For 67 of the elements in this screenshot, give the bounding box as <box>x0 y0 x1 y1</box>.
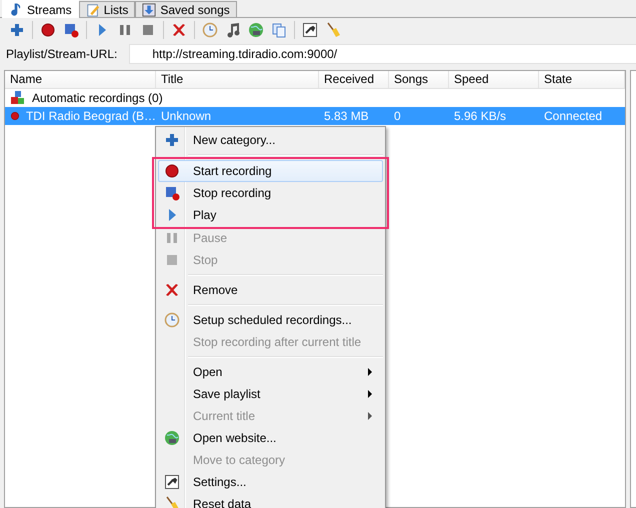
notepad-icon <box>86 2 100 16</box>
stop-recording-toolbar-button[interactable] <box>62 21 80 39</box>
stop-icon <box>140 22 156 38</box>
column-header[interactable]: Speed <box>449 71 539 88</box>
plus-icon <box>9 22 25 38</box>
website-toolbar-button[interactable] <box>247 21 265 39</box>
column-header[interactable]: Received <box>319 71 389 88</box>
stop-icon <box>164 252 180 268</box>
remove-toolbar-button[interactable] <box>170 21 188 39</box>
tab[interactable]: Lists <box>78 1 136 17</box>
schedule-toolbar-button[interactable] <box>201 21 219 39</box>
close-icon <box>171 22 187 38</box>
category-row[interactable]: Automatic recordings (0) <box>5 89 625 107</box>
pause-icon <box>164 230 180 246</box>
stop-recording-icon <box>63 22 79 38</box>
menu-item[interactable]: Open website... <box>158 427 383 449</box>
url-label: Playlist/Stream-URL: <box>6 47 118 61</box>
add-toolbar-button[interactable] <box>8 21 26 39</box>
download-tray-icon <box>142 2 156 16</box>
tab[interactable]: Saved songs <box>135 1 237 17</box>
category-name: Automatic recordings (0) <box>32 91 163 105</box>
music-note-icon <box>9 2 23 16</box>
settings-toolbar-button[interactable] <box>301 21 319 39</box>
clock-icon <box>164 312 180 328</box>
record-icon <box>164 163 180 179</box>
column-header[interactable]: State <box>539 71 625 88</box>
submenu-arrow-icon <box>366 390 374 398</box>
menu-item[interactable]: Open <box>158 361 383 383</box>
record-toolbar-button[interactable] <box>39 21 57 39</box>
close-icon <box>164 282 180 298</box>
menu-item[interactable]: Save playlist <box>158 383 383 405</box>
table-cell: 5.96 KB/s <box>454 109 506 123</box>
broom-icon <box>325 22 341 38</box>
globe-icon <box>164 430 180 446</box>
menu-item[interactable]: Settings... <box>158 471 383 493</box>
table-cell: Unknown <box>161 109 212 123</box>
submenu-arrow-icon <box>366 368 374 376</box>
menu-item[interactable]: New category... <box>158 129 383 151</box>
plus-icon <box>164 132 180 148</box>
table-cell: 0 <box>394 109 401 123</box>
menu-item[interactable]: Start recording <box>152 157 389 182</box>
category-blocks-icon <box>10 90 26 106</box>
menu-item[interactable]: Stop recording <box>152 182 389 204</box>
tab[interactable]: Streams <box>2 0 79 18</box>
submenu-arrow-icon <box>366 412 374 420</box>
column-header[interactable]: Title <box>156 71 319 88</box>
record-icon <box>40 22 56 38</box>
settings-icon <box>302 22 318 38</box>
menu-item[interactable]: Remove <box>158 279 383 301</box>
broom-icon <box>164 496 180 508</box>
settings-icon <box>164 474 180 490</box>
stop-recording-icon <box>164 185 180 201</box>
menu-item[interactable]: Setup scheduled recordings... <box>158 309 383 331</box>
table-cell: Connected <box>544 109 602 123</box>
table-cell: TDI Radio Beograd (B… <box>26 109 156 123</box>
copy-toolbar-button[interactable] <box>270 21 288 39</box>
column-header[interactable]: Songs <box>389 71 449 88</box>
pause-icon <box>117 22 133 38</box>
music-note-icon <box>225 22 241 38</box>
copy-icon <box>271 22 287 38</box>
menu-item[interactable]: Reset data <box>158 493 383 508</box>
url-field[interactable]: http://streaming.tdiradio.com:9000/ <box>129 44 636 64</box>
table-cell: 5.83 MB <box>324 109 369 123</box>
clock-icon <box>202 22 218 38</box>
globe-icon <box>248 22 264 38</box>
menu-item[interactable]: Play <box>152 204 389 229</box>
column-header[interactable]: Name <box>5 71 156 88</box>
